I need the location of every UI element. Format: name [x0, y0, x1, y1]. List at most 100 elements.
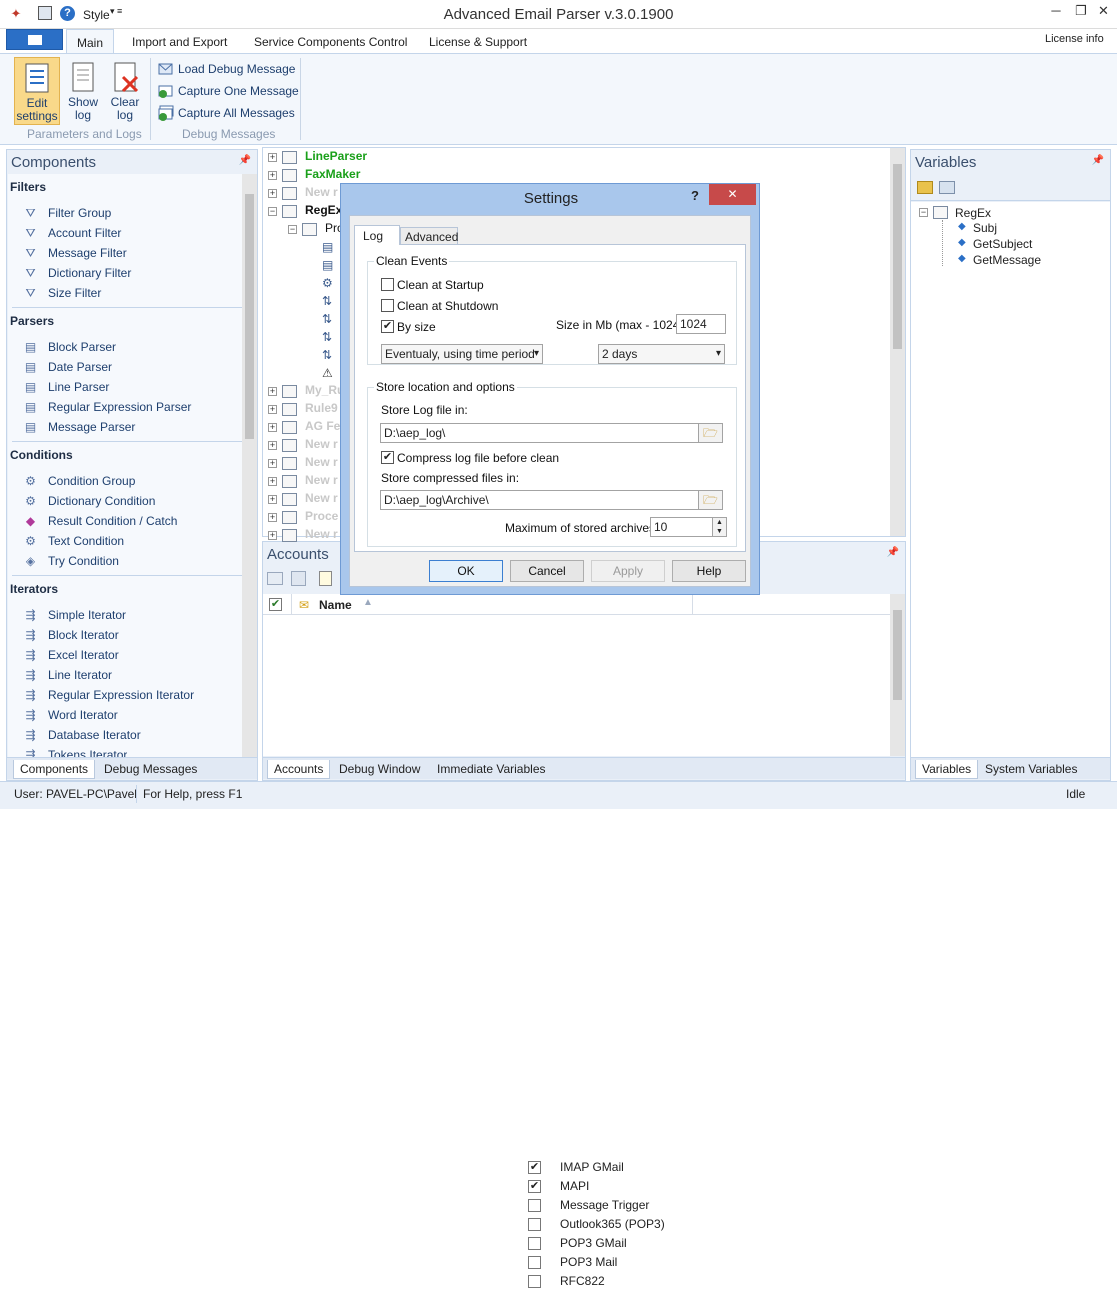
table-row[interactable]: POP3 Mail: [525, 1253, 1117, 1272]
row-checkbox[interactable]: [528, 1199, 541, 1212]
tab-log[interactable]: Log: [354, 225, 400, 245]
list-item-size-filter[interactable]: ⛛ Size Filter: [22, 285, 101, 301]
folder-open-icon[interactable]: 🗁: [698, 491, 722, 509]
variable-item[interactable]: Subj: [973, 220, 997, 236]
list-item-excel-iterator[interactable]: ⇶ Excel Iterator: [22, 647, 118, 663]
row-checkbox[interactable]: [528, 1275, 541, 1288]
tree-expander[interactable]: −: [268, 207, 277, 216]
row-checkbox[interactable]: ✔: [528, 1180, 541, 1193]
clean-startup-checkbox[interactable]: [381, 278, 394, 291]
tree-expander[interactable]: +: [268, 405, 277, 414]
select-all-checkbox[interactable]: ✔: [269, 598, 282, 611]
tree-expander[interactable]: +: [268, 495, 277, 504]
tab-debug-window[interactable]: Debug Window: [333, 760, 426, 779]
tree-node[interactable]: New r: [305, 184, 338, 200]
table-row[interactable]: POP3 GMail: [525, 1234, 1117, 1253]
tree-expander[interactable]: +: [268, 513, 277, 522]
tree-node[interactable]: New r: [305, 472, 338, 488]
help-button[interactable]: Help: [672, 560, 746, 582]
folder-open-icon[interactable]: 🗁: [698, 424, 722, 442]
row-checkbox[interactable]: [528, 1256, 541, 1269]
tab-service-components[interactable]: Service Components Control: [254, 35, 407, 49]
store-compressed-input[interactable]: D:\aep_log\Archive\ 🗁: [380, 490, 723, 510]
tree-node[interactable]: New r: [305, 436, 338, 452]
show-log-button[interactable]: Show log: [60, 57, 106, 125]
file-menu-button[interactable]: [6, 29, 63, 50]
variable-item[interactable]: GetMessage: [973, 252, 1041, 268]
variable-refresh-icon[interactable]: [939, 181, 955, 194]
variable-item[interactable]: GetSubject: [973, 236, 1032, 252]
list-item-try-condition[interactable]: ◈ Try Condition: [22, 553, 119, 569]
list-item-line-parser[interactable]: ▤ Line Parser: [22, 379, 110, 395]
table-row[interactable]: ✔ MAPI: [525, 1177, 1117, 1196]
table-row[interactable]: Message Trigger: [525, 1196, 1117, 1215]
list-item-block-iterator[interactable]: ⇶ Block Iterator: [22, 627, 118, 643]
list-item-regex-iterator[interactable]: ⇶ Regular Expression Iterator: [22, 687, 194, 703]
table-row[interactable]: ✔ IMAP GMail: [525, 1158, 1117, 1177]
list-item-result-condition[interactable]: ◆ Result Condition / Catch: [22, 513, 178, 529]
row-checkbox[interactable]: ✔: [528, 1161, 541, 1174]
list-item-filter-group[interactable]: ⛛ Filter Group: [22, 205, 111, 221]
store-log-input[interactable]: D:\aep_log\ 🗁: [380, 423, 723, 443]
list-item-message-filter[interactable]: ⛛ Message Filter: [22, 245, 126, 261]
account-edit-icon[interactable]: [291, 571, 306, 586]
load-debug-button[interactable]: Load Debug Message: [158, 59, 295, 79]
spin-arrows-icon[interactable]: ▲ ▼: [712, 518, 726, 536]
table-row[interactable]: Outlook365 (POP3): [525, 1215, 1117, 1234]
tree-node[interactable]: New r: [305, 454, 338, 470]
clean-shutdown-checkbox[interactable]: [381, 299, 394, 312]
list-item-text-condition[interactable]: ⚙ Text Condition: [22, 533, 124, 549]
pin-icon[interactable]: 📌: [239, 155, 251, 166]
row-checkbox[interactable]: [528, 1218, 541, 1231]
tab-immediate-variables[interactable]: Immediate Variables: [431, 760, 552, 779]
new-document-icon[interactable]: [319, 571, 332, 586]
scroll-thumb[interactable]: [893, 164, 902, 349]
period-select[interactable]: 2 days ▾: [598, 344, 725, 364]
tab-variables[interactable]: Variables: [915, 760, 979, 779]
capture-all-button[interactable]: Capture All Messages: [158, 103, 295, 123]
tree-expander[interactable]: −: [288, 225, 297, 234]
scroll-thumb[interactable]: [245, 194, 254, 439]
row-checkbox[interactable]: [528, 1237, 541, 1250]
tab-import-export[interactable]: Import and Export: [132, 35, 227, 49]
components-scrollbar[interactable]: [242, 174, 257, 758]
list-item-message-parser[interactable]: ▤ Message Parser: [22, 419, 136, 435]
tab-system-variables[interactable]: System Variables: [979, 760, 1083, 779]
license-info-link[interactable]: License info: [1045, 33, 1104, 45]
column-name-header[interactable]: Name: [319, 598, 352, 612]
compress-checkbox[interactable]: ✔: [381, 451, 394, 464]
edit-settings-button[interactable]: Edit settings: [14, 57, 60, 125]
list-item-dictionary-condition[interactable]: ⚙ Dictionary Condition: [22, 493, 155, 509]
list-item-condition-group[interactable]: ⚙ Condition Group: [22, 473, 135, 489]
tree-expander[interactable]: +: [268, 441, 277, 450]
collapse-icon[interactable]: −: [919, 208, 928, 217]
tab-license-support[interactable]: License & Support: [429, 35, 527, 49]
by-size-checkbox[interactable]: ✔: [381, 320, 394, 333]
tree-node[interactable]: New r: [305, 490, 338, 506]
scroll-thumb[interactable]: [893, 610, 902, 700]
tree-expander[interactable]: +: [268, 387, 277, 396]
dialog-close-button[interactable]: ✕: [709, 184, 756, 205]
tab-components[interactable]: Components: [13, 760, 96, 779]
cancel-button[interactable]: Cancel: [510, 560, 584, 582]
list-item-line-iterator[interactable]: ⇶ Line Iterator: [22, 667, 112, 683]
tab-advanced[interactable]: Advanced: [400, 227, 458, 245]
list-item-regex-parser[interactable]: ▤ Regular Expression Parser: [22, 399, 192, 415]
clean-mode-select[interactable]: Eventualy, using time period ▾: [381, 344, 543, 364]
tree-node[interactable]: LineParser: [305, 148, 367, 164]
table-row[interactable]: RFC822: [525, 1272, 1117, 1291]
tree-node[interactable]: AG Fe: [305, 418, 340, 434]
size-input[interactable]: 1024: [676, 314, 726, 334]
close-button[interactable]: ✕: [1090, 0, 1117, 22]
list-item-date-parser[interactable]: ▤ Date Parser: [22, 359, 112, 375]
tree-scrollbar[interactable]: [890, 148, 905, 536]
tree-node[interactable]: Rule9: [305, 400, 338, 416]
tree-expander[interactable]: +: [268, 531, 277, 540]
tab-main[interactable]: Main: [66, 29, 114, 53]
tree-node[interactable]: FaxMaker: [305, 166, 360, 182]
list-item-database-iterator[interactable]: ⇶ Database Iterator: [22, 727, 140, 743]
tree-expander[interactable]: +: [268, 171, 277, 180]
list-item-account-filter[interactable]: ⛛ Account Filter: [22, 225, 121, 241]
tree-expander[interactable]: +: [268, 423, 277, 432]
folder-add-icon[interactable]: [917, 181, 933, 194]
